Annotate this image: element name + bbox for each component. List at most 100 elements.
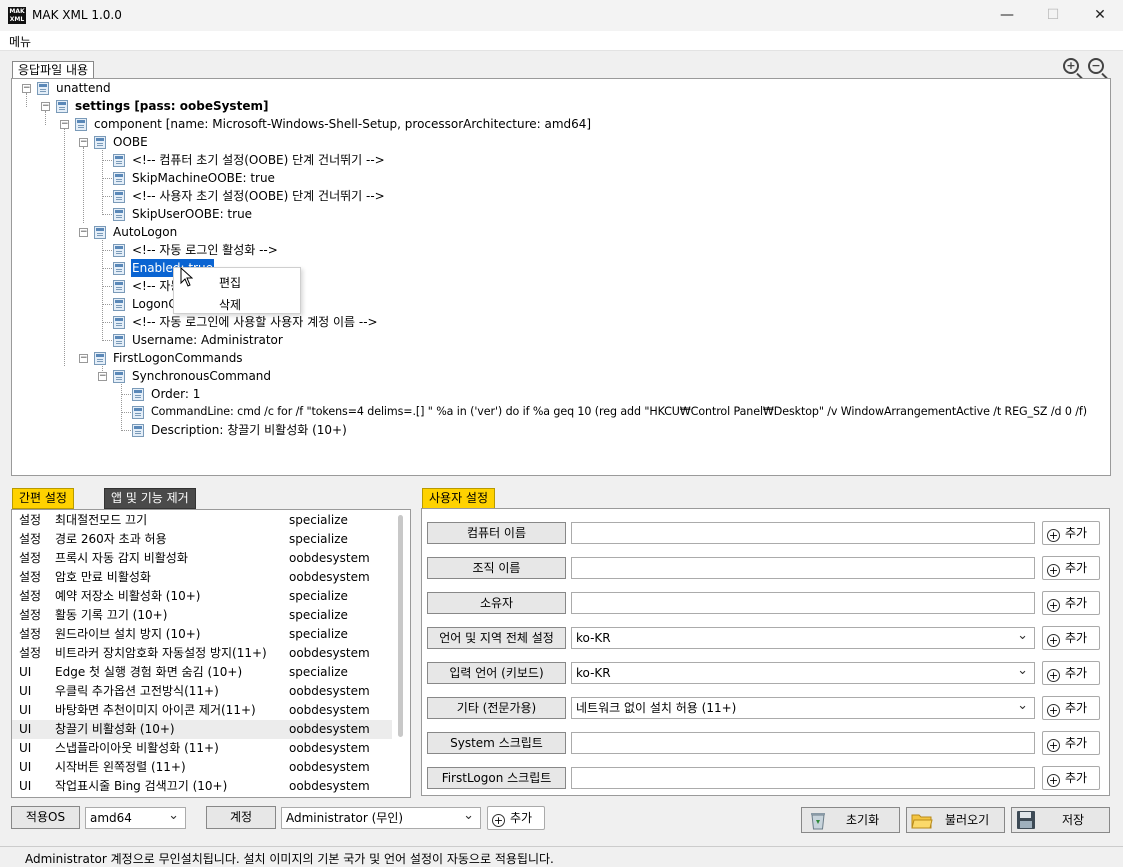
status-bar: Administrator 계정으로 무인설치됩니다. 설치 이미지의 기본 국… [0, 846, 1123, 867]
add-button[interactable]: + 추가 [1042, 556, 1100, 580]
menu-item-main[interactable]: 메뉴 [9, 33, 31, 50]
maximize-button[interactable]: ☐ [1030, 0, 1076, 31]
collapse-toggle[interactable]: − [60, 120, 69, 129]
tree-node[interactable]: settings [pass: oobeSystem] [75, 97, 268, 115]
field-label-input-language[interactable]: 입력 언어 (키보드) [427, 662, 566, 684]
collapse-toggle[interactable]: − [79, 354, 88, 363]
add-button[interactable]: + 추가 [1042, 521, 1100, 545]
owner-input[interactable] [571, 592, 1035, 614]
field-label-computer-name[interactable]: 컴퓨터 이름 [427, 522, 566, 544]
reset-button[interactable]: 초기화 [801, 807, 900, 833]
account-add-button[interactable]: + 추가 [487, 806, 545, 830]
computer-name-input[interactable] [571, 522, 1035, 544]
tree-node[interactable]: CommandLine: cmd /c for /f "tokens=4 del… [151, 403, 1087, 421]
target-os-label[interactable]: 적용OS [11, 806, 80, 829]
close-button[interactable]: ✕ [1077, 0, 1123, 31]
field-label-locale[interactable]: 언어 및 지역 전체 설정 [427, 627, 566, 649]
add-button[interactable]: + 추가 [1042, 731, 1100, 755]
tree-node[interactable]: <!-- 자동 로그인에 사용할 사용자 계정 이름 --> [132, 313, 378, 331]
tree-node[interactable]: Order: 1 [151, 385, 200, 403]
plus-circle-icon: + [1047, 529, 1060, 542]
list-item[interactable]: UI 우클릭 추가옵션 고전방식(11+) oobdesystem [12, 682, 392, 701]
tree-node[interactable]: OOBE [113, 133, 148, 151]
plus-circle-icon: + [1047, 669, 1060, 682]
quick-settings-list[interactable]: 설정 최대절전모드 끄기 specialize 설정 경로 260자 초과 허용 spe… [11, 509, 411, 798]
organization-input[interactable] [571, 557, 1035, 579]
zoom-out-icon[interactable]: − [1088, 58, 1104, 74]
input-language-select[interactable]: ko-KR [571, 661, 1035, 684]
advanced-select[interactable]: 네트워크 없이 설치 허용 (11+) [571, 696, 1035, 719]
add-button[interactable]: + 추가 [1042, 591, 1100, 615]
tree-node[interactable]: component [name: Microsoft-Windows-Shell… [94, 115, 591, 133]
field-label-system-script[interactable]: System 스크립트 [427, 732, 566, 754]
tree-node[interactable]: Username: Administrator [132, 331, 283, 349]
zoom-in-icon[interactable]: + [1063, 58, 1079, 74]
tree-node[interactable]: <!-- 컴퓨터 초기 설정(OOBE) 단계 건너뛰기 --> [132, 151, 385, 169]
tree-node[interactable]: AutoLogon [113, 223, 177, 241]
tree-node[interactable]: <!-- 자동 로그인 활성화 --> [132, 241, 278, 259]
tree-node[interactable]: SkipUserOOBE: true [132, 205, 252, 223]
collapse-toggle[interactable]: − [98, 372, 107, 381]
list-item[interactable]: 설정 비트라커 장치암호화 자동설정 방지(11+) oobdesystem [12, 644, 392, 663]
list-item[interactable]: 설정 암호 만료 비활성화 oobdesystem [12, 568, 392, 587]
tree-node[interactable]: unattend [56, 79, 111, 97]
system-script-input[interactable] [571, 732, 1035, 754]
collapse-toggle[interactable]: − [79, 138, 88, 147]
list-item[interactable]: 설정 최대절전모드 끄기 specialize [12, 511, 392, 530]
list-item[interactable]: UI 바탕화면 추천이미지 아이콘 제거(11+) oobdesystem [12, 701, 392, 720]
mouse-cursor-icon [180, 267, 193, 287]
account-select[interactable]: Administrator (무인) [281, 806, 481, 829]
collapse-toggle[interactable]: − [22, 84, 31, 93]
list-item[interactable]: 설정 원드라이브 설치 방지 (10+) specialize [12, 625, 392, 644]
list-item-highlighted[interactable]: UI 창끌기 비활성화 (10+) oobdesystem [12, 720, 392, 739]
locale-select[interactable]: ko-KR [571, 626, 1035, 649]
field-label-organization[interactable]: 조직 이름 [427, 557, 566, 579]
minimize-button[interactable]: — [984, 0, 1030, 31]
list-item[interactable]: UI Edge 첫 실행 경험 화면 숨김 (10+) specialize [12, 663, 392, 682]
context-menu-edit[interactable]: 편집 [219, 274, 241, 291]
tab-simple-settings[interactable]: 간편 설정 [12, 488, 74, 509]
title-bar: MAK XML MAK XML 1.0.0 — ☐ ✕ [0, 0, 1123, 31]
add-button[interactable]: + 추가 [1042, 766, 1100, 790]
target-os-select[interactable]: amd64 [85, 806, 186, 829]
tree-node[interactable]: FirstLogonCommands [113, 349, 243, 367]
xml-node-icon [132, 424, 144, 437]
tab-remove-apps[interactable]: 앱 및 기능 제거 [104, 488, 196, 509]
collapse-toggle[interactable]: − [79, 228, 88, 237]
xml-node-icon [75, 118, 87, 131]
add-button[interactable]: + 추가 [1042, 696, 1100, 720]
folder-icon [911, 814, 933, 829]
list-item[interactable]: UI 스냅플라이아웃 비활성화 (11+) oobdesystem [12, 739, 392, 758]
xml-node-icon [113, 298, 125, 311]
list-scrollbar[interactable] [398, 515, 403, 737]
context-menu-delete[interactable]: 삭제 [219, 296, 241, 313]
add-button[interactable]: + 추가 [1042, 626, 1100, 650]
field-label-advanced[interactable]: 기타 (전문가용) [427, 697, 566, 719]
list-item[interactable]: 설정 경로 260자 초과 허용 specialize [12, 530, 392, 549]
list-item[interactable]: UI 시작버튼 왼쪽정렬 (11+) oobdesystem [12, 758, 392, 777]
tree-node[interactable]: SkipMachineOOBE: true [132, 169, 275, 187]
tree-node[interactable]: SynchronousCommand [132, 367, 271, 385]
list-item[interactable]: 설정 예약 저장소 비활성화 (10+) specialize [12, 587, 392, 606]
firstlogon-script-input[interactable] [571, 767, 1035, 789]
tree-node[interactable]: <!-- 사용자 초기 설정(OOBE) 단계 건너뛰기 --> [132, 187, 385, 205]
account-label[interactable]: 계정 [206, 806, 276, 829]
tree-node[interactable]: Description: 창끌기 비활성화 (10+) [151, 421, 347, 439]
collapse-toggle[interactable]: − [41, 102, 50, 111]
xml-node-icon [113, 370, 125, 383]
list-item[interactable]: UI 작업표시줄 Bing 검색끄기 (10+) oobdesystem [12, 777, 392, 796]
field-label-owner[interactable]: 소유자 [427, 592, 566, 614]
xml-node-icon [132, 406, 144, 419]
field-label-firstlogon-script[interactable]: FirstLogon 스크립트 [427, 767, 566, 789]
plus-circle-icon: + [1047, 774, 1060, 787]
list-item[interactable]: 설정 프록시 자동 감지 비활성화 oobdesystem [12, 549, 392, 568]
list-item[interactable]: 설정 활동 기록 끄기 (10+) specialize [12, 606, 392, 625]
load-button[interactable]: 불러오기 [906, 807, 1005, 833]
recycle-bin-icon [811, 813, 825, 830]
save-button[interactable]: 저장 [1011, 807, 1110, 833]
add-button[interactable]: + 추가 [1042, 661, 1100, 685]
tab-user-settings[interactable]: 사용자 설정 [422, 488, 496, 509]
floppy-disk-icon [1017, 811, 1035, 829]
xml-node-icon [113, 316, 125, 329]
xml-node-icon [113, 208, 125, 221]
